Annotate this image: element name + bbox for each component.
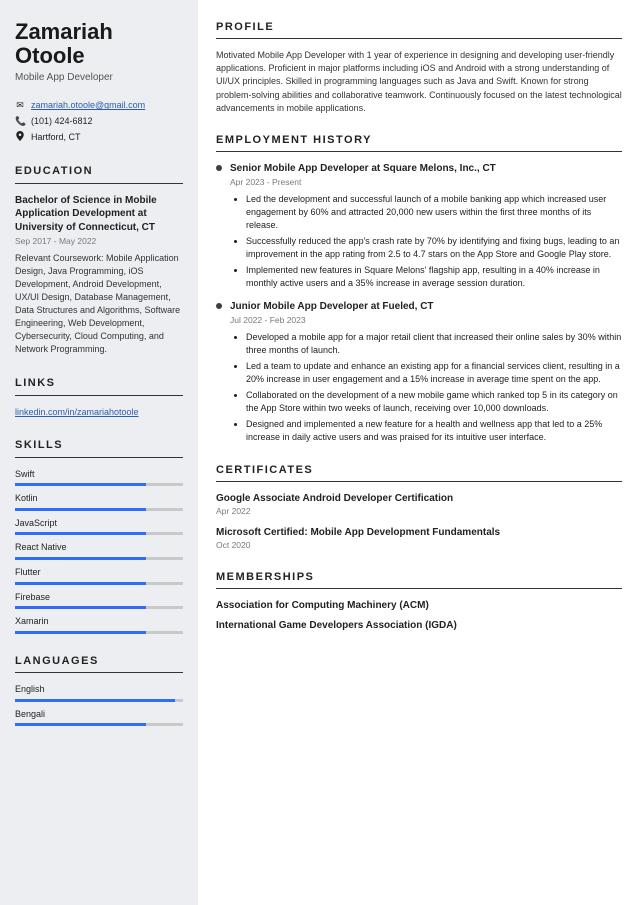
skill-bar [15, 508, 183, 511]
certificate-item: Google Associate Android Developer Certi… [216, 492, 622, 518]
education-degree: Bachelor of Science in Mobile Applicatio… [15, 194, 183, 235]
skill-bar-fill [15, 532, 146, 535]
skill-name: English [15, 683, 183, 696]
contact-location-row: Hartford, CT [15, 131, 183, 145]
skill-bar-fill [15, 557, 146, 560]
job-bullet: Collaborated on the development of a new… [246, 389, 622, 415]
employment-heading: EMPLOYMENT HISTORY [216, 133, 622, 148]
links-heading: LINKS [15, 376, 183, 391]
certificate-item: Microsoft Certified: Mobile App Developm… [216, 526, 622, 552]
divider [15, 183, 183, 184]
certificate-title: Google Associate Android Developer Certi… [216, 492, 622, 506]
certificate-date: Oct 2020 [216, 540, 622, 552]
skill-name: React Native [15, 541, 183, 554]
skill-bar [15, 582, 183, 585]
certificate-date: Apr 2022 [216, 506, 622, 518]
contact-email-row: ✉ zamariah.otoole@gmail.com [15, 99, 183, 112]
job-bullet: Designed and implemented a new feature f… [246, 418, 622, 444]
job-bullet: Developed a mobile app for a major retai… [246, 331, 622, 357]
contact-phone-row: 📞 (101) 424-6812 [15, 115, 183, 128]
skill-bar-fill [15, 699, 175, 702]
phone-icon: 📞 [15, 115, 25, 128]
membership-item: Association for Computing Machinery (ACM… [216, 599, 622, 613]
education-dates: Sep 2017 - May 2022 [15, 236, 183, 248]
divider [216, 38, 622, 39]
skill-bar-fill [15, 582, 146, 585]
email-link[interactable]: zamariah.otoole@gmail.com [31, 99, 145, 112]
memberships-heading: MEMBERSHIPS [216, 570, 622, 585]
certificates-heading: CERTIFICATES [216, 463, 622, 478]
skill-item: JavaScript [15, 517, 183, 536]
skill-item: Kotlin [15, 492, 183, 511]
divider [15, 457, 183, 458]
divider [15, 395, 183, 396]
skill-bar [15, 483, 183, 486]
profile-body: Motivated Mobile App Developer with 1 ye… [216, 49, 622, 114]
skill-name: Swift [15, 468, 183, 481]
skill-bar-fill [15, 606, 146, 609]
job-bullets: Led the development and successful launc… [230, 193, 622, 290]
skill-item: English [15, 683, 183, 702]
phone-text: (101) 424-6812 [31, 115, 93, 128]
skill-bar [15, 532, 183, 535]
skill-name: Bengali [15, 708, 183, 721]
skill-item: React Native [15, 541, 183, 560]
job-title: Senior Mobile App Developer at Square Me… [230, 162, 622, 176]
skill-bar [15, 606, 183, 609]
link-item: linkedin.com/in/zamariahotoole [15, 406, 183, 419]
skill-bar [15, 723, 183, 726]
skill-bar-fill [15, 483, 146, 486]
job-dates: Apr 2023 - Present [230, 177, 622, 189]
skill-item: Firebase [15, 591, 183, 610]
skill-bar [15, 699, 183, 702]
languages-heading: LANGUAGES [15, 654, 183, 669]
skill-bar-fill [15, 723, 146, 726]
job-entry: Senior Mobile App Developer at Square Me… [216, 162, 622, 290]
person-name: Zamariah Otoole [15, 20, 183, 68]
skill-name: Firebase [15, 591, 183, 604]
job-dates: Jul 2022 - Feb 2023 [230, 315, 622, 327]
divider [216, 588, 622, 589]
skill-bar-fill [15, 508, 146, 511]
email-icon: ✉ [15, 99, 25, 112]
job-bullet: Successfully reduced the app's crash rat… [246, 235, 622, 261]
job-bullets: Developed a mobile app for a major retai… [230, 331, 622, 444]
profile-heading: PROFILE [216, 20, 622, 35]
divider [216, 151, 622, 152]
education-heading: EDUCATION [15, 164, 183, 179]
job-entry: Junior Mobile App Developer at Fueled, C… [216, 300, 622, 444]
skill-item: Bengali [15, 708, 183, 727]
divider [216, 481, 622, 482]
skill-bar-fill [15, 631, 146, 634]
skill-item: Xamarin [15, 615, 183, 634]
skill-name: Kotlin [15, 492, 183, 505]
person-title: Mobile App Developer [15, 71, 183, 85]
job-bullet: Implemented new features in Square Melon… [246, 264, 622, 290]
skill-bar [15, 557, 183, 560]
external-link[interactable]: linkedin.com/in/zamariahotoole [15, 407, 139, 417]
skill-name: JavaScript [15, 517, 183, 530]
skill-item: Swift [15, 468, 183, 487]
divider [15, 672, 183, 673]
education-body: Relevant Coursework: Mobile Application … [15, 252, 183, 356]
location-icon [15, 131, 25, 145]
main-column: PROFILE Motivated Mobile App Developer w… [198, 0, 640, 905]
job-bullet: Led the development and successful launc… [246, 193, 622, 232]
skill-name: Flutter [15, 566, 183, 579]
job-title: Junior Mobile App Developer at Fueled, C… [230, 300, 622, 314]
location-text: Hartford, CT [31, 131, 81, 144]
skill-item: Flutter [15, 566, 183, 585]
membership-item: International Game Developers Associatio… [216, 619, 622, 633]
skill-bar [15, 631, 183, 634]
skill-name: Xamarin [15, 615, 183, 628]
skills-heading: SKILLS [15, 438, 183, 453]
sidebar: Zamariah Otoole Mobile App Developer ✉ z… [0, 0, 198, 905]
job-bullet: Led a team to update and enhance an exis… [246, 360, 622, 386]
certificate-title: Microsoft Certified: Mobile App Developm… [216, 526, 622, 540]
